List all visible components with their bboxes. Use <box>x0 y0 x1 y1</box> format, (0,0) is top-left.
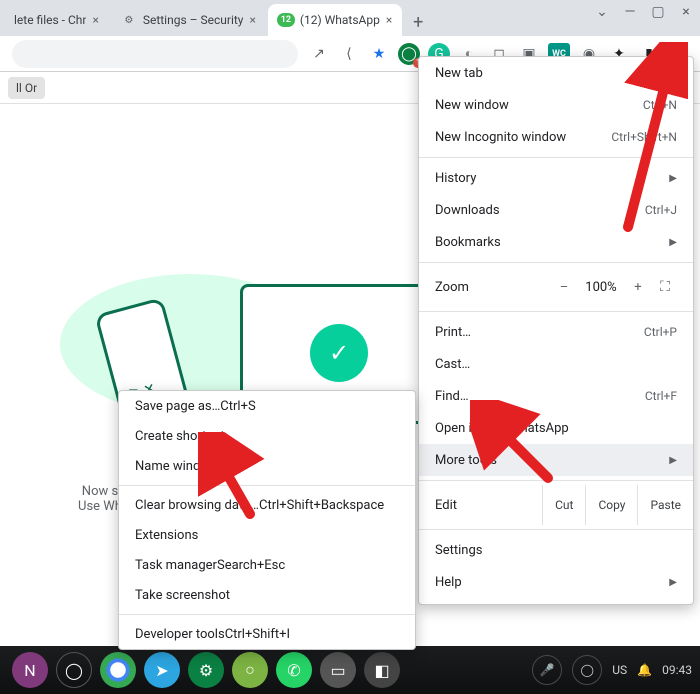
menu-history[interactable]: History▶ <box>419 162 693 194</box>
app-icon[interactable]: ○ <box>232 652 268 688</box>
menu-new-incognito[interactable]: New Incognito windowCtrl+Shift+N <box>419 121 693 153</box>
tab-delete-files[interactable]: lete files - Chr × <box>4 4 109 36</box>
chrome-window-controls: ⌄ — ▢ × <box>592 4 696 20</box>
fullscreen-icon[interactable]: ⛶ <box>653 279 677 295</box>
cut-button[interactable]: Cut <box>542 485 585 525</box>
chrome-icon[interactable] <box>100 652 136 688</box>
menu-bookmarks[interactable]: Bookmarks▶ <box>419 226 693 258</box>
tray-stop-icon[interactable]: ◯ <box>572 655 602 685</box>
system-tray: 🎤 ◯ US 🔔 09:43 <box>532 655 692 685</box>
zoom-out-button[interactable]: – <box>549 280 579 295</box>
zoom-in-button[interactable]: + <box>623 280 653 295</box>
minimize-icon[interactable]: — <box>620 4 640 20</box>
settings-gear-icon: ⚙ <box>121 12 137 28</box>
zoom-value: 100% <box>579 280 623 295</box>
menu-help[interactable]: Help▶ <box>419 566 693 598</box>
menu-settings[interactable]: Settings <box>419 534 693 566</box>
tab-title: (12) WhatsApp <box>300 13 380 27</box>
chrome-main-menu: New tab New windowCtrl+N New Incognito w… <box>418 56 694 605</box>
more-tools-submenu: Save page as…Ctrl+S Create shortcut… Nam… <box>118 390 416 650</box>
chevron-right-icon: ▶ <box>669 237 677 248</box>
menu-print[interactable]: Print…Ctrl+P <box>419 316 693 348</box>
menu-edit-row: Edit Cut Copy Paste <box>419 485 693 525</box>
submenu-task-manager[interactable]: Task managerSearch+Esc <box>119 550 415 580</box>
submenu-save-page[interactable]: Save page as…Ctrl+S <box>119 391 415 421</box>
menu-new-window[interactable]: New windowCtrl+N <box>419 89 693 121</box>
submenu-extensions[interactable]: Extensions <box>119 520 415 550</box>
submenu-name-window[interactable]: Name window… <box>119 451 415 481</box>
submenu-create-shortcut[interactable]: Create shortcut… <box>119 421 415 451</box>
menu-downloads[interactable]: DownloadsCtrl+J <box>419 194 693 226</box>
share-icon[interactable]: ⟨ <box>338 43 360 65</box>
close-icon[interactable]: × <box>92 13 98 27</box>
bookmark-item[interactable]: ll Or <box>8 77 45 99</box>
app-icon[interactable]: ⚙ <box>188 652 224 688</box>
whatsapp-icon: 12 <box>278 12 294 28</box>
close-icon[interactable]: × <box>386 13 392 27</box>
chevron-right-icon: ▶ <box>669 173 677 184</box>
app-icon[interactable]: ◧ <box>364 652 400 688</box>
tab-whatsapp[interactable]: 12 (12) WhatsApp × <box>268 4 402 36</box>
close-icon[interactable]: × <box>249 13 255 27</box>
new-tab-button[interactable]: + <box>404 8 432 36</box>
chevron-down-icon[interactable]: ⌄ <box>592 4 612 20</box>
tab-title: lete files - Chr <box>14 13 86 27</box>
bookmark-star-icon[interactable]: ★ <box>368 43 390 65</box>
chevron-right-icon: ▶ <box>669 577 677 588</box>
app-icon[interactable]: ▭ <box>320 652 356 688</box>
extension-icon[interactable]: ◯ <box>398 43 420 65</box>
submenu-developer-tools[interactable]: Developer toolsCtrl+Shift+I <box>119 619 415 649</box>
ime-language[interactable]: US <box>612 663 627 677</box>
menu-find[interactable]: Find…Ctrl+F <box>419 380 693 412</box>
open-external-icon[interactable]: ↗ <box>308 43 330 65</box>
os-taskbar: N ◯ ➤ ⚙ ○ ✆ ▭ ◧ 🎤 ◯ US 🔔 09:43 <box>0 646 700 694</box>
onenote-icon[interactable]: N <box>12 652 48 688</box>
menu-open-in-app[interactable]: Open in (12) WhatsApp <box>419 412 693 444</box>
browser-tabstrip: lete files - Chr × ⚙ Settings – Security… <box>0 0 700 36</box>
menu-zoom-row: Zoom – 100% + ⛶ <box>419 267 693 307</box>
close-window-icon[interactable]: × <box>676 4 696 20</box>
edit-label: Edit <box>419 498 542 513</box>
menu-new-tab[interactable]: New tab <box>419 57 693 89</box>
chevron-right-icon: ▶ <box>669 455 677 466</box>
address-bar[interactable] <box>12 40 298 68</box>
menu-cast[interactable]: Cast… <box>419 348 693 380</box>
whatsapp-app-icon[interactable]: ✆ <box>276 652 312 688</box>
tray-mic-icon[interactable]: 🎤 <box>532 655 562 685</box>
maximize-icon[interactable]: ▢ <box>648 4 668 20</box>
submenu-take-screenshot[interactable]: Take screenshot <box>119 580 415 610</box>
zoom-label: Zoom <box>435 280 549 295</box>
launcher-icon[interactable]: ◯ <box>56 652 92 688</box>
tray-clock[interactable]: 09:43 <box>662 663 692 677</box>
submenu-clear-browsing-data[interactable]: Clear browsing data…Ctrl+Shift+Backspace <box>119 490 415 520</box>
tab-settings-security[interactable]: ⚙ Settings – Security × <box>111 4 266 36</box>
telegram-icon[interactable]: ➤ <box>144 652 180 688</box>
copy-button[interactable]: Copy <box>585 485 637 525</box>
tab-title: Settings – Security <box>143 13 244 27</box>
menu-more-tools[interactable]: More tools▶ <box>419 444 693 476</box>
paste-button[interactable]: Paste <box>637 485 693 525</box>
notifications-icon[interactable]: 🔔 <box>637 663 652 677</box>
